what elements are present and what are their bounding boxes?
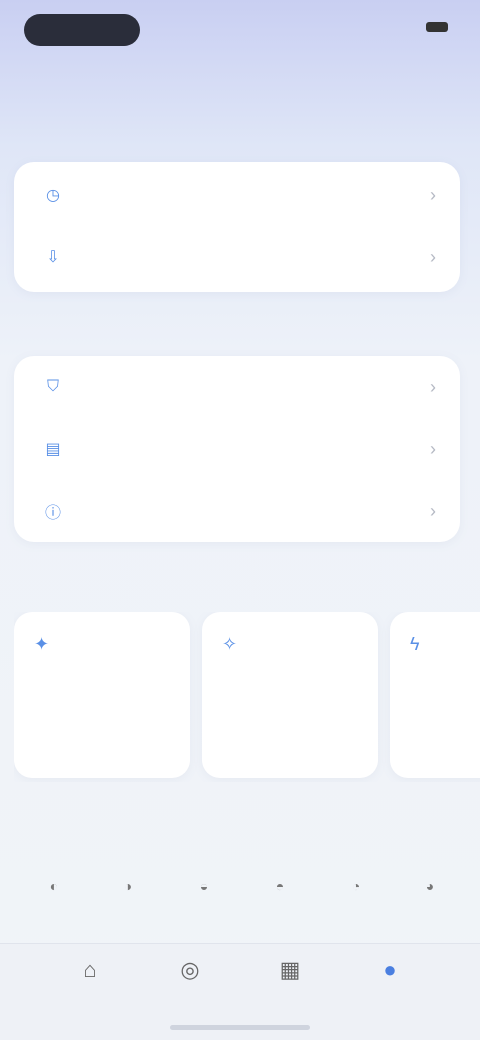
battery-icon: [426, 22, 448, 32]
chevron-right-icon: ›: [430, 184, 436, 205]
tool-row: ◐ ◑ ◒ ◓ ◔ ◕: [0, 866, 480, 906]
card-carousel[interactable]: ✦ ✧ ϟ: [14, 612, 480, 782]
list-item[interactable]: ⇩ ›: [14, 226, 460, 288]
status-pill: [24, 14, 140, 46]
status-bar: [0, 0, 480, 60]
user-icon: ●: [383, 957, 397, 982]
sparkle-icon: ✧: [222, 634, 238, 654]
info-icon: ⓘ: [44, 505, 61, 522]
tool-icon-6[interactable]: ◕: [406, 866, 454, 906]
shield-icon: ⛉: [46, 378, 59, 395]
chevron-right-icon: ›: [430, 500, 436, 521]
tool-icon-4[interactable]: ◓: [256, 866, 304, 906]
settings-card-1: ◷ › ⇩ ›: [14, 162, 460, 292]
feature-card[interactable]: ϟ: [390, 612, 480, 778]
feature-card[interactable]: ✦: [14, 612, 190, 778]
list-item[interactable]: ⓘ ›: [14, 480, 460, 542]
clock-icon: ◷: [46, 187, 60, 204]
document-icon: ▤: [45, 441, 61, 458]
nav-item-explore[interactable]: ◎: [140, 958, 240, 988]
chevron-right-icon: ›: [430, 376, 436, 397]
nav-item-home[interactable]: ⌂: [40, 958, 140, 988]
download-icon: ⇩: [46, 249, 60, 266]
grid-icon: ▦: [279, 957, 301, 982]
feature-card[interactable]: ✧: [202, 612, 378, 778]
tool-icon-5[interactable]: ◔: [332, 866, 380, 906]
tool-icon-2[interactable]: ◑: [104, 866, 152, 906]
list-item[interactable]: ▤ ›: [14, 418, 460, 480]
settings-card-2: ⛉ › ▤ › ⓘ ›: [14, 356, 460, 542]
status-indicators: [416, 22, 448, 32]
list-item[interactable]: ⛉ ›: [14, 356, 460, 418]
bolt-icon: ϟ: [410, 634, 420, 654]
tool-icon-3[interactable]: ◒: [180, 866, 228, 906]
home-icon: ⌂: [83, 957, 97, 982]
tool-icon-1[interactable]: ◐: [30, 866, 78, 906]
nav-item-apps[interactable]: ▦: [240, 958, 340, 988]
list-item[interactable]: ◷ ›: [14, 164, 460, 226]
chevron-right-icon: ›: [430, 246, 436, 267]
compass-icon: ◎: [180, 957, 200, 982]
home-indicator: [170, 1025, 310, 1030]
star-icon: ✦: [34, 634, 50, 654]
bottom-nav: ⌂ ◎ ▦ ●: [0, 943, 480, 1040]
chevron-right-icon: ›: [430, 438, 436, 459]
nav-item-profile[interactable]: ●: [340, 958, 440, 988]
